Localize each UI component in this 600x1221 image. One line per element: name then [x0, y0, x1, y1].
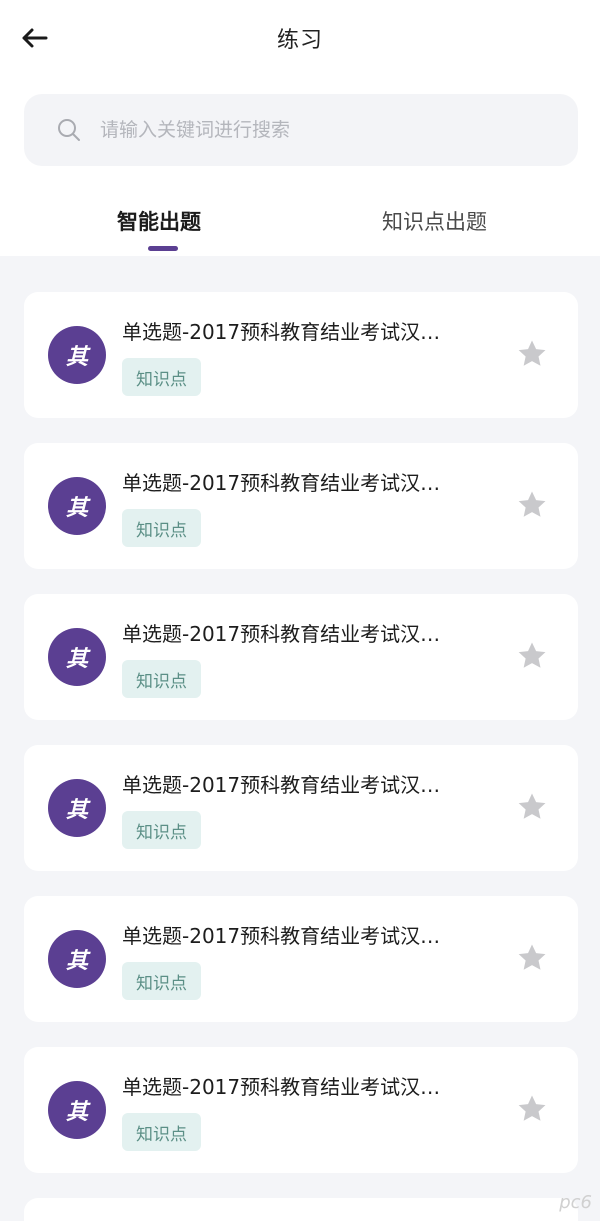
knowledge-tag: 知识点 — [122, 1113, 201, 1151]
search-bar[interactable] — [24, 94, 578, 166]
avatar: 其 — [48, 477, 106, 535]
list-item[interactable]: 其 单选题-2017预科教育结业考试汉… 知识点 — [24, 1047, 578, 1173]
tab-smart-questions[interactable]: 智能出题 — [117, 206, 201, 236]
star-icon — [518, 642, 546, 668]
avatar: 其 — [48, 1081, 106, 1139]
list-item[interactable]: 其 单选题-2017预科教育结业考试汉… 知识点 — [24, 292, 578, 418]
avatar: 其 — [48, 930, 106, 988]
list-item[interactable]: 其 单选题-2017预科教育结业考试汉… 知识点 — [24, 896, 578, 1022]
list-item[interactable]: 其 单选题-2017预科教育结业考试汉… 知识点 — [24, 443, 578, 569]
practice-page: 练习 智能出题 知识点出题 其 单选题-2017预科教育结业考试汉… 知识点 — [0, 0, 600, 1221]
star-icon — [518, 944, 546, 970]
list-item[interactable]: 其 单选题-2017预科教育结业考试汉… 知识点 — [24, 745, 578, 871]
header-panel: 练习 智能出题 知识点出题 — [0, 0, 600, 256]
knowledge-tag: 知识点 — [122, 660, 201, 698]
item-title: 单选题-2017预科教育结业考试汉… — [122, 320, 441, 344]
knowledge-tag: 知识点 — [122, 962, 201, 1000]
knowledge-tag: 知识点 — [122, 811, 201, 849]
star-icon — [518, 793, 546, 819]
star-icon — [518, 491, 546, 517]
item-title: 单选题-2017预科教育结业考试汉… — [122, 1075, 441, 1099]
active-tab-indicator — [148, 246, 178, 251]
avatar: 其 — [48, 779, 106, 837]
favorite-button[interactable] — [514, 638, 550, 674]
star-icon — [518, 340, 546, 366]
knowledge-tag: 知识点 — [122, 509, 201, 547]
favorite-button[interactable] — [514, 336, 550, 372]
favorite-button[interactable] — [514, 940, 550, 976]
watermark: pc6 — [559, 1192, 592, 1213]
avatar: 其 — [48, 628, 106, 686]
knowledge-tag: 知识点 — [122, 358, 201, 396]
favorite-button[interactable] — [514, 487, 550, 523]
tab-bar: 智能出题 知识点出题 — [0, 190, 600, 256]
search-icon — [56, 117, 82, 143]
item-title: 单选题-2017预科教育结业考试汉… — [122, 622, 441, 646]
list-item-partial[interactable] — [24, 1198, 578, 1221]
favorite-button[interactable] — [514, 789, 550, 825]
page-title: 练习 — [276, 28, 323, 53]
search-input[interactable] — [100, 94, 578, 166]
list-item[interactable]: 其 单选题-2017预科教育结业考试汉… 知识点 — [24, 594, 578, 720]
tab-knowledge-questions[interactable]: 知识点出题 — [382, 206, 487, 236]
item-title: 单选题-2017预科教育结业考试汉… — [122, 471, 441, 495]
star-icon — [518, 1095, 546, 1121]
avatar: 其 — [48, 326, 106, 384]
item-title: 单选题-2017预科教育结业考试汉… — [122, 773, 441, 797]
favorite-button[interactable] — [514, 1091, 550, 1127]
item-title: 单选题-2017预科教育结业考试汉… — [122, 924, 441, 948]
